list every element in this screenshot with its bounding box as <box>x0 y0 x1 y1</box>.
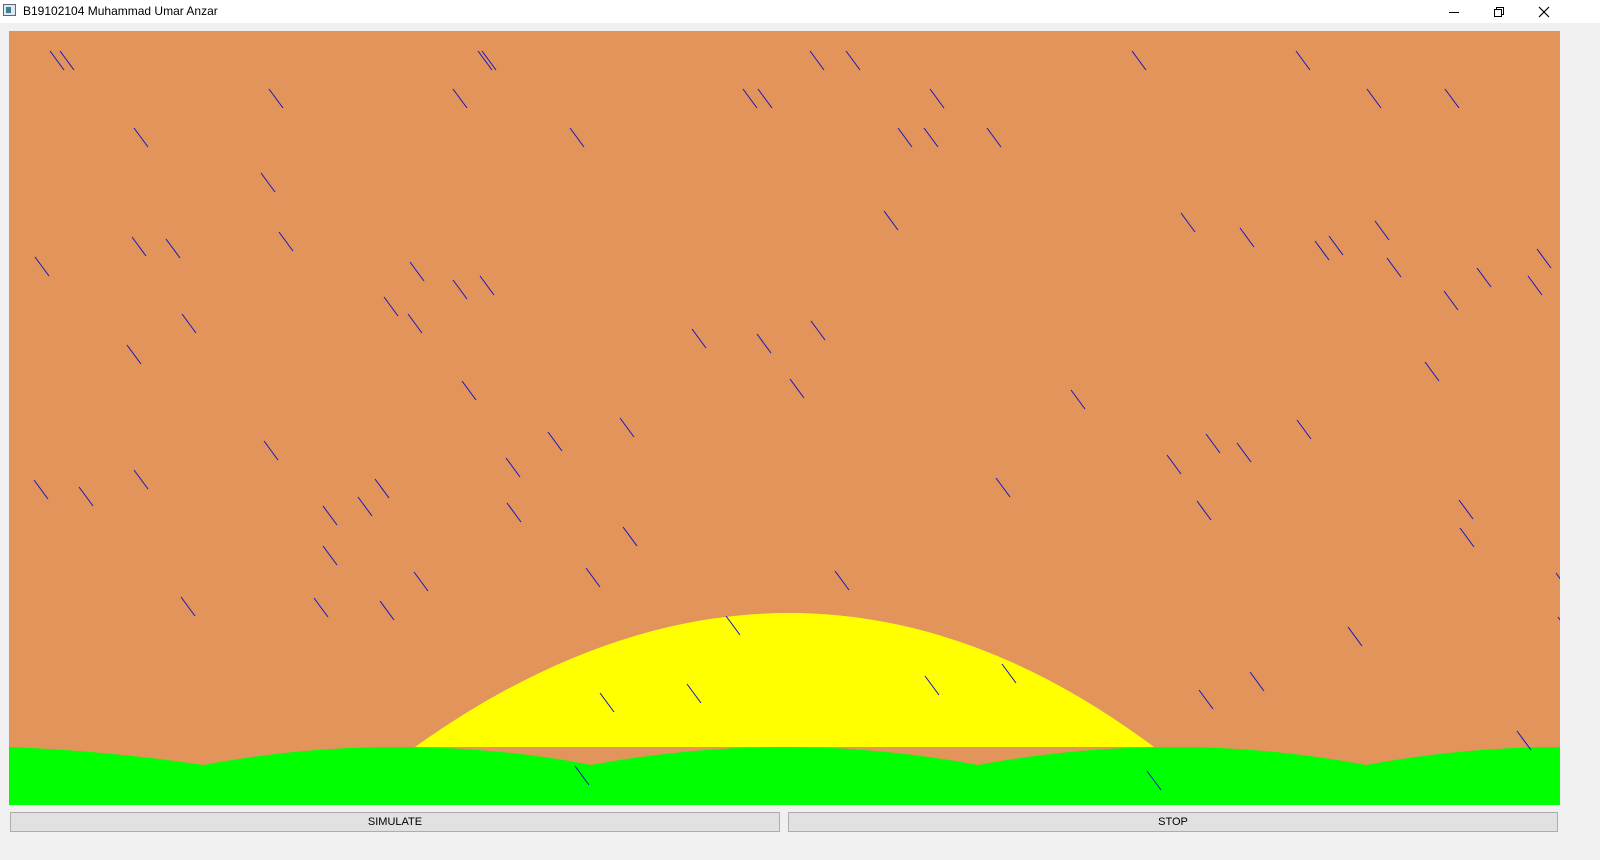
minimize-button[interactable] <box>1431 0 1477 23</box>
simulation-canvas <box>9 31 1560 805</box>
simulate-button[interactable]: SIMULATE <box>10 812 780 832</box>
close-icon <box>1538 6 1550 17</box>
close-button[interactable] <box>1521 0 1567 23</box>
title-bar[interactable]: B19102104 Muhammad Umar Anzar <box>0 0 1600 23</box>
stop-button[interactable]: STOP <box>788 812 1558 832</box>
restore-button[interactable] <box>1476 0 1522 23</box>
app-window-icon <box>3 4 16 16</box>
rain-scene <box>9 31 1560 805</box>
window-title: B19102104 Muhammad Umar Anzar <box>23 4 218 18</box>
minimize-icon <box>1449 11 1459 13</box>
restore-icon <box>1494 6 1504 17</box>
